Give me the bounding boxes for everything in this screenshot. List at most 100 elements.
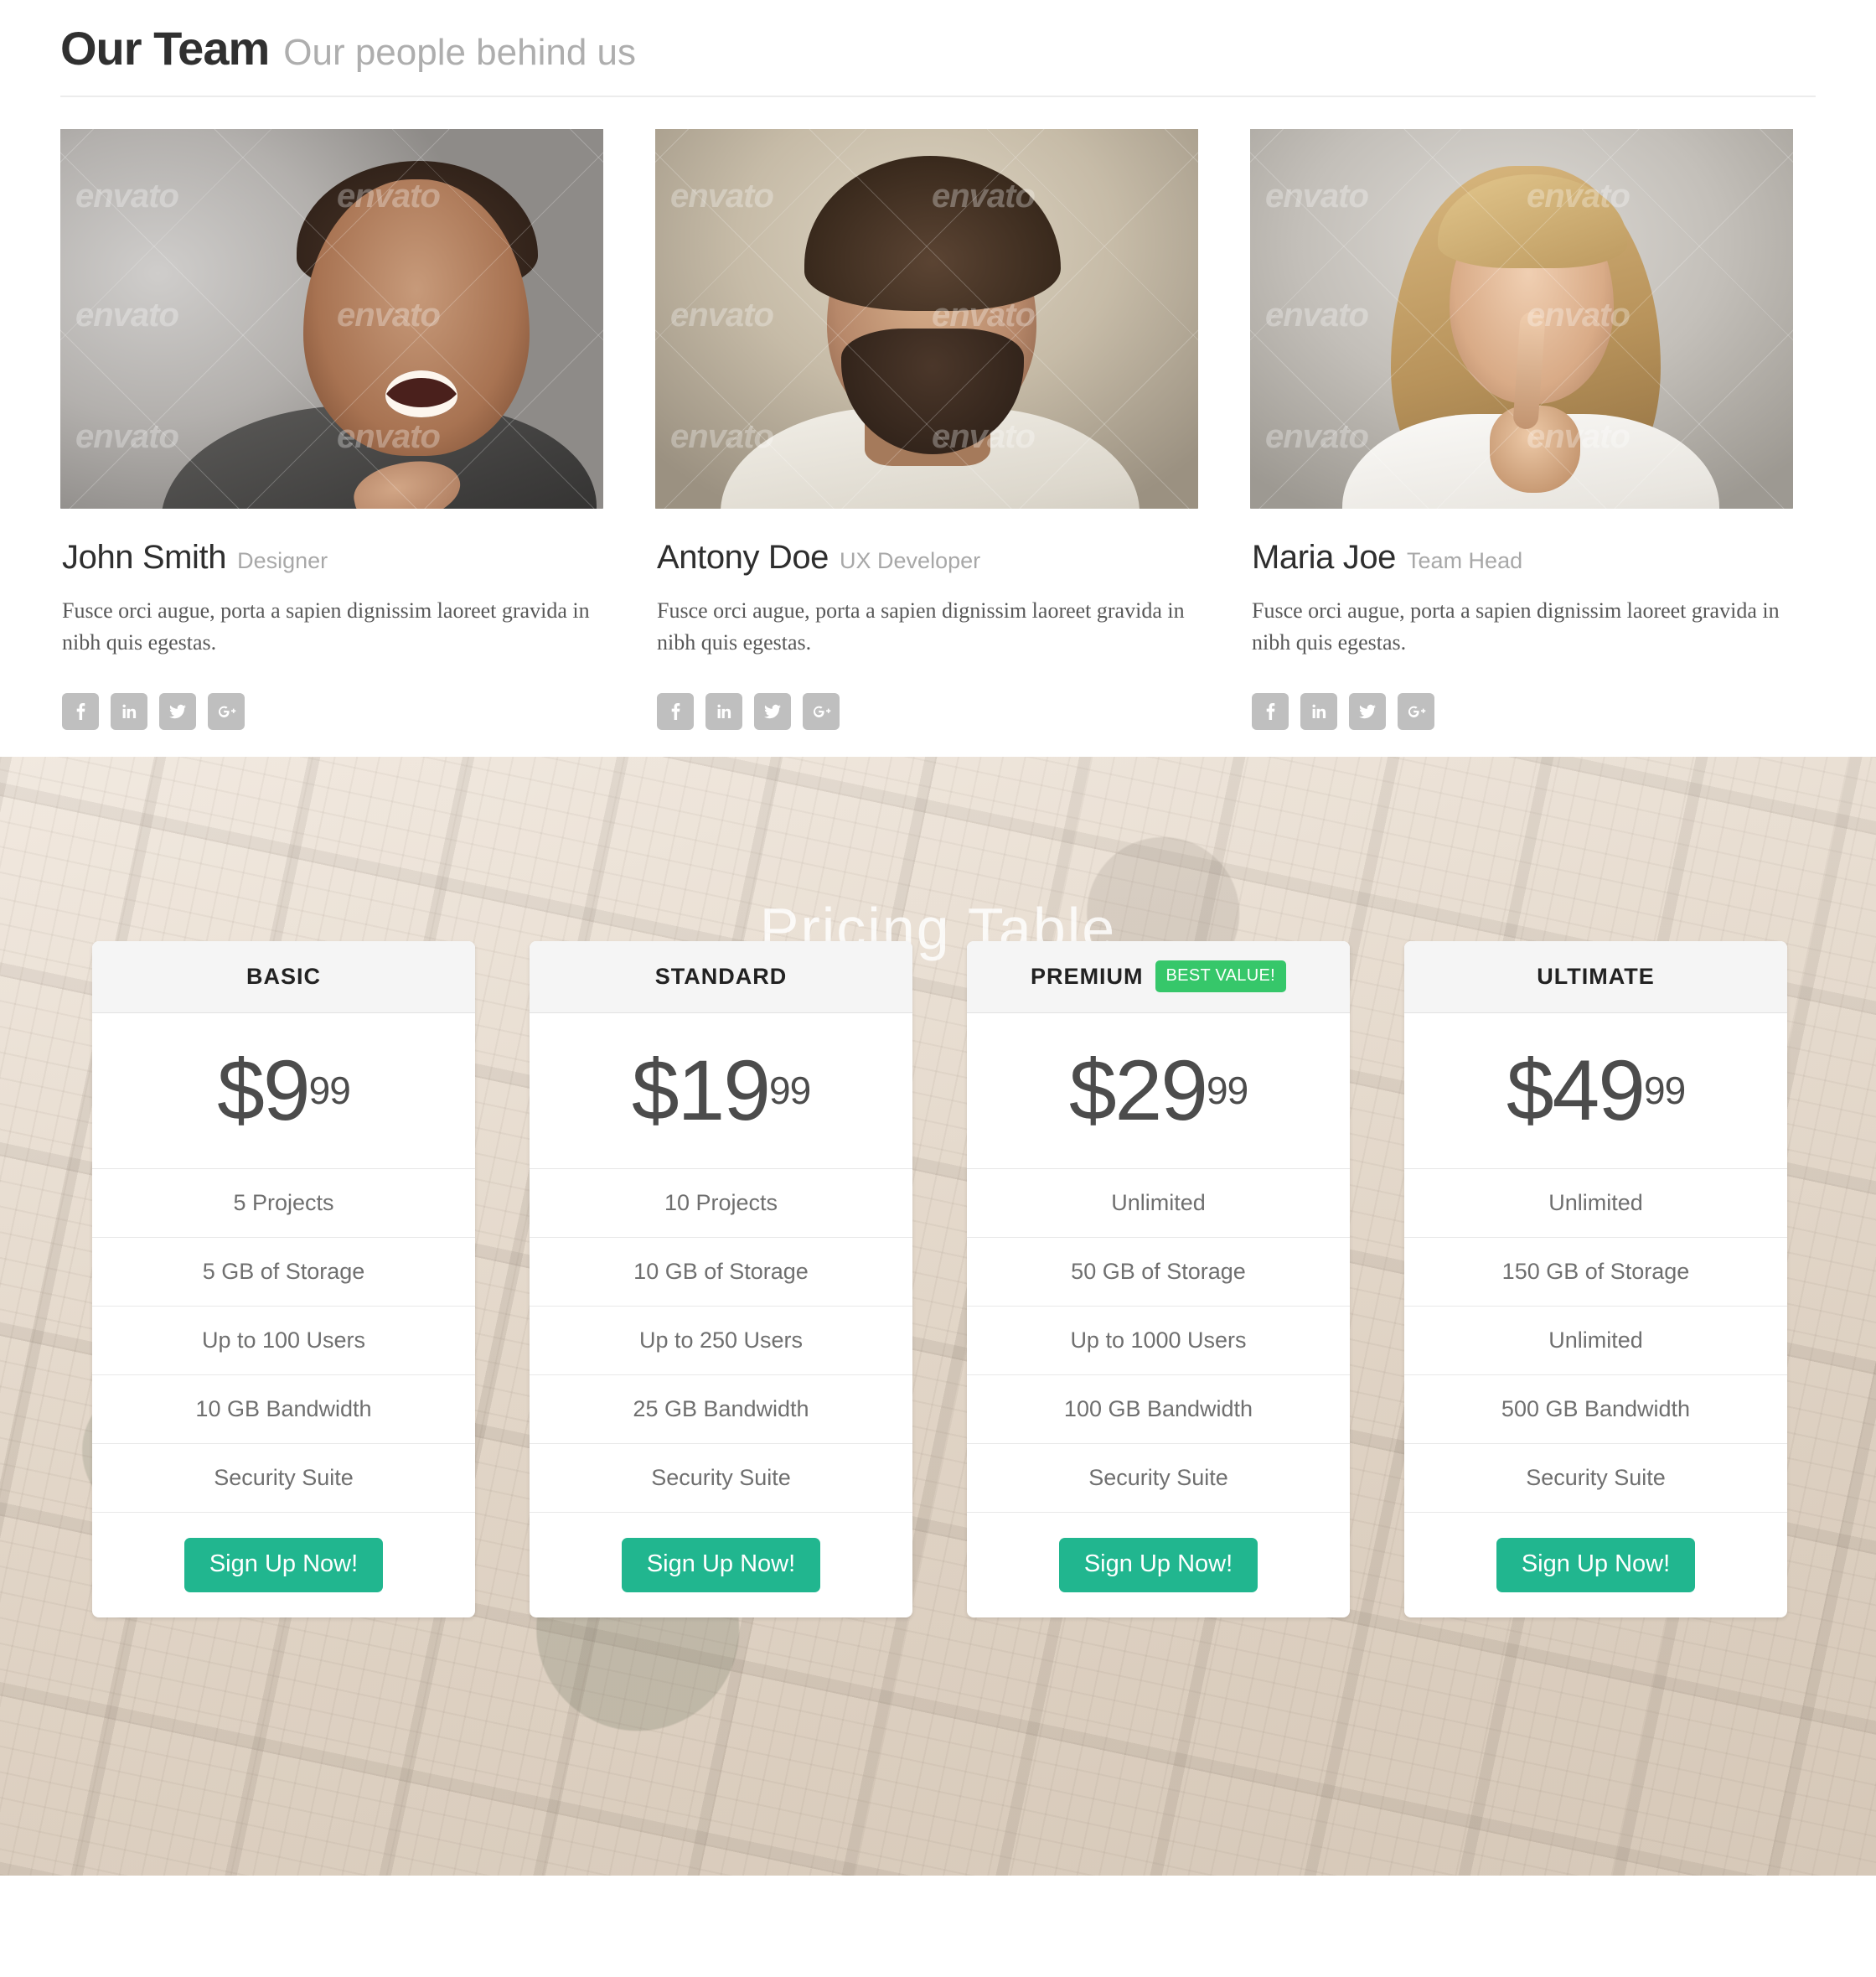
pricing-card-standard: STANDARD $19 99 10 Projects 10 GB of Stor… <box>530 940 912 1617</box>
plan-feature: 10 GB of Storage <box>530 1238 912 1307</box>
sign-up-button[interactable]: Sign Up Now! <box>1058 1537 1258 1592</box>
best-value-badge: BEST VALUE! <box>1155 960 1286 993</box>
price-amount: $29 <box>1068 1043 1208 1139</box>
member-name: Antony Doe <box>657 539 829 576</box>
member-name: Maria Joe <box>1252 539 1397 576</box>
plan-feature: Security Suite <box>967 1444 1350 1513</box>
photo-watermark: envato <box>670 178 774 215</box>
plan-feature: 100 GB Bandwidth <box>967 1375 1350 1444</box>
pricing-section: Pricing Table BASIC $9 99 5 Projects 5 GB… <box>0 756 1876 1876</box>
team-title-row: Our Team Our people behind us <box>60 25 1816 96</box>
price-amount: $19 <box>631 1043 771 1139</box>
member-name-row: John Smith Designer <box>60 509 603 574</box>
member-photo: envato envato envato envato envato envat… <box>655 129 1198 509</box>
plan-name: ULTIMATE <box>1537 963 1655 989</box>
price-cents: 99 <box>1207 1069 1248 1113</box>
cta-wrapper: Sign Up Now! <box>967 1513 1350 1617</box>
price-cents: 99 <box>1644 1069 1686 1113</box>
google-plus-icon[interactable] <box>803 692 840 730</box>
plan-feature: 5 GB of Storage <box>92 1238 475 1307</box>
member-photo: envato envato envato envato envato envat… <box>1250 129 1793 509</box>
team-grid: envato envato envato envato envato envat… <box>0 97 1876 730</box>
member-name: John Smith <box>62 539 227 576</box>
pricing-card-basic: BASIC $9 99 5 Projects 5 GB of Storage Up… <box>92 940 475 1617</box>
plan-feature: Up to 100 Users <box>92 1307 475 1375</box>
photo-watermark: envato <box>1265 418 1369 455</box>
card-header: ULTIMATE <box>1404 940 1787 1013</box>
plan-feature: 150 GB of Storage <box>1404 1238 1787 1307</box>
plan-price: $9 99 <box>92 1013 475 1169</box>
cta-wrapper: Sign Up Now! <box>92 1513 475 1617</box>
price-amount: $49 <box>1506 1043 1646 1139</box>
pricing-cards: BASIC $9 99 5 Projects 5 GB of Storage Up… <box>92 940 1787 1617</box>
team-member-card: envato envato envato envato envato envat… <box>655 129 1198 730</box>
photo-watermark: envato <box>1265 297 1369 334</box>
linkedin-icon[interactable] <box>705 692 742 730</box>
plan-price: $19 99 <box>530 1013 912 1169</box>
plan-feature: 25 GB Bandwidth <box>530 1375 912 1444</box>
plan-feature: Unlimited <box>1404 1169 1787 1238</box>
facebook-icon[interactable] <box>1252 692 1289 730</box>
member-role: Designer <box>237 548 328 573</box>
sign-up-button[interactable]: Sign Up Now! <box>1496 1537 1696 1592</box>
plan-name: BASIC <box>245 963 321 989</box>
plan-feature: Up to 250 Users <box>530 1307 912 1375</box>
pricing-card-premium: PREMIUM BEST VALUE! $29 99 Unlimited 50 G… <box>967 940 1350 1617</box>
plan-feature: 10 Projects <box>530 1169 912 1238</box>
plan-name: STANDARD <box>654 963 788 989</box>
member-name-row: Maria Joe Team Head <box>1250 509 1793 574</box>
price-cents: 99 <box>308 1069 351 1113</box>
photo-watermark: envato <box>75 178 179 215</box>
member-social-links <box>1250 660 1793 730</box>
sign-up-button[interactable]: Sign Up Now! <box>621 1537 821 1592</box>
plan-feature: Unlimited <box>1404 1307 1787 1375</box>
team-section-header: Our Team Our people behind us <box>0 0 1876 97</box>
cta-wrapper: Sign Up Now! <box>1404 1513 1787 1617</box>
team-member-card: envato envato envato envato envato envat… <box>60 129 603 730</box>
photo-watermark: envato <box>1265 178 1369 215</box>
plan-price: $49 99 <box>1404 1013 1787 1169</box>
plan-feature: Security Suite <box>92 1444 475 1513</box>
member-bio: Fusce orci augue, porta a sapien digniss… <box>1252 598 1780 655</box>
photo-watermark: envato <box>75 418 179 455</box>
twitter-icon[interactable] <box>754 692 791 730</box>
member-social-links <box>60 660 603 730</box>
photo-watermark: envato <box>670 297 774 334</box>
twitter-icon[interactable] <box>1349 692 1386 730</box>
plan-feature: 5 Projects <box>92 1169 475 1238</box>
sign-up-button[interactable]: Sign Up Now! <box>183 1537 384 1592</box>
plan-feature: 10 GB Bandwidth <box>92 1375 475 1444</box>
facebook-icon[interactable] <box>657 692 694 730</box>
pricing-card-ultimate: ULTIMATE $49 99 Unlimited 150 GB of Stora… <box>1404 940 1787 1617</box>
plan-feature: Up to 1000 Users <box>967 1307 1350 1375</box>
member-social-links <box>655 660 1198 730</box>
photo-shape-hair <box>804 156 1061 311</box>
member-bio: Fusce orci augue, porta a sapien digniss… <box>657 598 1185 655</box>
member-name-row: Antony Doe UX Developer <box>655 509 1198 574</box>
google-plus-icon[interactable] <box>208 692 245 730</box>
plan-name: PREMIUM <box>1031 963 1144 989</box>
twitter-icon[interactable] <box>159 692 196 730</box>
linkedin-icon[interactable] <box>1300 692 1337 730</box>
cta-wrapper: Sign Up Now! <box>530 1513 912 1617</box>
plan-feature: 500 GB Bandwidth <box>1404 1375 1787 1444</box>
card-header: PREMIUM BEST VALUE! <box>967 940 1350 1013</box>
team-member-card: envato envato envato envato envato envat… <box>1250 129 1793 730</box>
page-title: Our Team <box>60 22 270 75</box>
team-section: Our Team Our people behind us envato env… <box>0 0 1876 730</box>
plan-price: $29 99 <box>967 1013 1350 1169</box>
google-plus-icon[interactable] <box>1398 692 1434 730</box>
photo-shape-mouth <box>385 370 457 417</box>
member-photo: envato envato envato envato envato envat… <box>60 129 603 509</box>
page-subtitle: Our people behind us <box>283 32 636 73</box>
card-header: STANDARD <box>530 940 912 1013</box>
plan-feature: Unlimited <box>967 1169 1350 1238</box>
member-bio: Fusce orci augue, porta a sapien digniss… <box>62 598 590 655</box>
card-header: BASIC <box>92 940 475 1013</box>
facebook-icon[interactable] <box>62 692 99 730</box>
member-role: UX Developer <box>840 548 981 573</box>
plan-feature: Security Suite <box>530 1444 912 1513</box>
plan-feature: Security Suite <box>1404 1444 1787 1513</box>
price-amount: $9 <box>217 1043 310 1139</box>
linkedin-icon[interactable] <box>111 692 147 730</box>
